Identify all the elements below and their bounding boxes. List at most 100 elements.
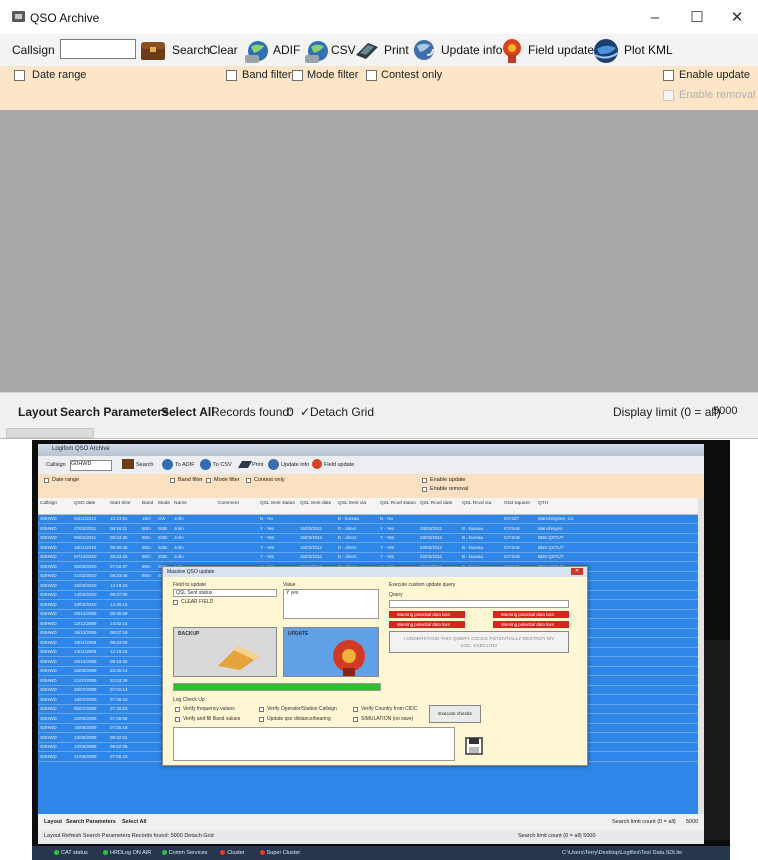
- field-to-update-select[interactable]: QSL Sent status: [173, 589, 277, 597]
- s2-side-panel: [704, 640, 730, 840]
- s2-layout-button[interactable]: Layout: [44, 819, 62, 825]
- s2-update-info-button[interactable]: Update info: [281, 462, 309, 468]
- table-cell: 15/11/2009: [74, 639, 97, 645]
- s2-search-parameters-button[interactable]: Search Parameters: [66, 819, 116, 825]
- s2-field-update-button[interactable]: Field update: [324, 462, 354, 468]
- minimize-button[interactable]: –: [640, 8, 670, 28]
- update-distance-checkbox[interactable]: [259, 717, 264, 722]
- print-button[interactable]: Print: [354, 37, 410, 63]
- column-header[interactable]: Grid Square: [504, 501, 530, 506]
- search-parameters-button[interactable]: Search Parameters: [60, 405, 169, 419]
- s2-to-adif-button[interactable]: To ADIF: [175, 462, 195, 468]
- s2-enable-update-checkbox[interactable]: [422, 478, 427, 483]
- table-cell: 07:50:37: [110, 563, 128, 569]
- taskbar-item[interactable]: Cluster: [227, 850, 244, 856]
- backup-button[interactable]: BACKUP: [173, 627, 277, 677]
- column-header[interactable]: QSL Sent via: [338, 501, 366, 506]
- column-header[interactable]: QSO date: [74, 501, 95, 506]
- value-label: Value: [283, 582, 296, 588]
- execute-checks-button[interactable]: Execute checks: [429, 705, 481, 723]
- verify-band-checkbox[interactable]: [175, 717, 180, 722]
- clear-field-checkbox[interactable]: [173, 600, 178, 605]
- callsign-input[interactable]: [60, 39, 136, 59]
- update-gear-icon: [333, 640, 365, 676]
- field-update-button[interactable]: Field update: [498, 37, 594, 63]
- table-cell: 80m: [142, 525, 151, 531]
- horizontal-scrollbar[interactable]: [6, 428, 94, 438]
- table-cell: 16/07/2009: [74, 696, 97, 702]
- s2-to-csv-button[interactable]: To CSV: [213, 462, 232, 468]
- execute-query-button[interactable]: I UNDERSTAND THIS QUERY COULD POTENTIALL…: [389, 631, 569, 653]
- s2-search-button[interactable]: Search: [136, 462, 153, 468]
- column-header[interactable]: QSL Rcvd date: [420, 501, 452, 506]
- select-all-button[interactable]: Select All: [161, 405, 215, 419]
- column-header[interactable]: QSL Sent status: [260, 501, 295, 506]
- table-row[interactable]: G0HWD 27/02/2011 08:16:11 80m SSB John Y - Yes…: [38, 525, 698, 534]
- value-input[interactable]: Y yes: [283, 589, 379, 619]
- column-header[interactable]: Band: [142, 501, 153, 506]
- taskbar-item[interactable]: Comm Services: [169, 850, 208, 856]
- maximize-button[interactable]: ☐: [682, 8, 712, 28]
- clear-button[interactable]: Clear: [209, 43, 238, 57]
- date-range-checkbox[interactable]: [14, 70, 25, 81]
- taskbar-item[interactable]: CAT status: [61, 850, 88, 856]
- s2-contest-only-checkbox[interactable]: [246, 478, 251, 483]
- table-cell: B - bureau: [462, 544, 484, 550]
- s2-search-limit-value[interactable]: 5000: [686, 819, 698, 825]
- search-button[interactable]: Search: [139, 37, 210, 63]
- verify-country-checkbox[interactable]: [353, 707, 358, 712]
- column-header[interactable]: QTH: [538, 501, 548, 506]
- table-cell: G0HWD: [40, 696, 57, 702]
- s2-callsign-input[interactable]: G0HWD: [70, 460, 112, 471]
- save-disk-icon[interactable]: [465, 737, 483, 755]
- query-input[interactable]: [389, 600, 569, 608]
- column-header[interactable]: Comment: [218, 501, 239, 506]
- s2-print-button[interactable]: Print: [252, 462, 263, 468]
- csv-export-button[interactable]: CSV: [302, 37, 356, 63]
- column-header[interactable]: Mode: [158, 501, 170, 506]
- qso-grid[interactable]: [0, 110, 758, 392]
- column-header[interactable]: QSL Rcvd status: [380, 501, 416, 506]
- band-filter-checkbox[interactable]: [226, 70, 237, 81]
- column-header[interactable]: QSL Rcvd via: [462, 501, 491, 506]
- print-label: Print: [384, 43, 409, 57]
- dialog-close-button[interactable]: ✕: [571, 568, 583, 575]
- table-row[interactable]: G0HWD 07/10/2010 08:23:26 80m SSB John Y - Yes…: [38, 553, 698, 563]
- table-cell: 03/03/2011: [420, 525, 443, 531]
- update-info-button[interactable]: Update info: [411, 37, 505, 63]
- detach-grid-checkbox[interactable]: Detach Grid: [310, 405, 374, 419]
- adif-export-button[interactable]: ADIF: [242, 37, 300, 63]
- table-row[interactable]: G0HWD 04/11/2012 13:14:51 15m CW John N - No B …: [38, 515, 698, 525]
- table-cell: G0HWD: [40, 535, 57, 540]
- enable-update-checkbox[interactable]: [663, 70, 674, 81]
- column-header[interactable]: Start time: [110, 501, 131, 506]
- dialog-title-bar: Massive QSO update ✕: [163, 567, 587, 577]
- table-row[interactable]: G0HWD 09/01/2011 08:34:36 80m SSB John Y - Yes…: [38, 534, 698, 544]
- mode-filter-checkbox[interactable]: [292, 70, 303, 81]
- update-button[interactable]: UPDATE: [283, 627, 379, 677]
- contest-only-checkbox[interactable]: [366, 70, 377, 81]
- close-button[interactable]: ✕: [722, 8, 752, 28]
- layout-button[interactable]: Layout: [18, 405, 57, 419]
- display-limit-input[interactable]: 5000: [713, 405, 737, 417]
- column-header[interactable]: Callsign: [40, 501, 57, 506]
- s2-date-range-checkbox[interactable]: [44, 478, 49, 483]
- s2-band-filter-checkbox[interactable]: [170, 478, 175, 483]
- verify-operator-checkbox[interactable]: [259, 707, 264, 712]
- s2-filter-bar: Date range Band filter Mode filter Conte…: [38, 474, 704, 498]
- s2-mode-filter-checkbox[interactable]: [206, 478, 211, 483]
- taskbar-item[interactable]: Super Cluster: [267, 850, 301, 856]
- table-row[interactable]: G0HWD 15/11/2010 08:40:38 80m SSB John Y - Yes…: [38, 544, 698, 553]
- field-update-label: Field update: [528, 43, 595, 57]
- verify-operator-label: Verify Operator/Station Callsign: [267, 706, 337, 712]
- column-header[interactable]: QSL Sent date: [300, 501, 331, 506]
- column-header[interactable]: Name: [174, 501, 187, 506]
- mode-filter-label: Mode filter: [307, 69, 359, 81]
- verify-frequency-checkbox[interactable]: [175, 707, 180, 712]
- filter-bar: Date range Band filter Mode filter Conte…: [0, 66, 758, 111]
- s2-enable-removal-checkbox[interactable]: [422, 487, 427, 492]
- s2-select-all-button[interactable]: Select All: [122, 819, 147, 825]
- simulation-checkbox[interactable]: [353, 717, 358, 722]
- taskbar-item[interactable]: HRDLog ON AIR: [110, 850, 151, 856]
- plot-kml-button[interactable]: Plot KML: [592, 37, 673, 63]
